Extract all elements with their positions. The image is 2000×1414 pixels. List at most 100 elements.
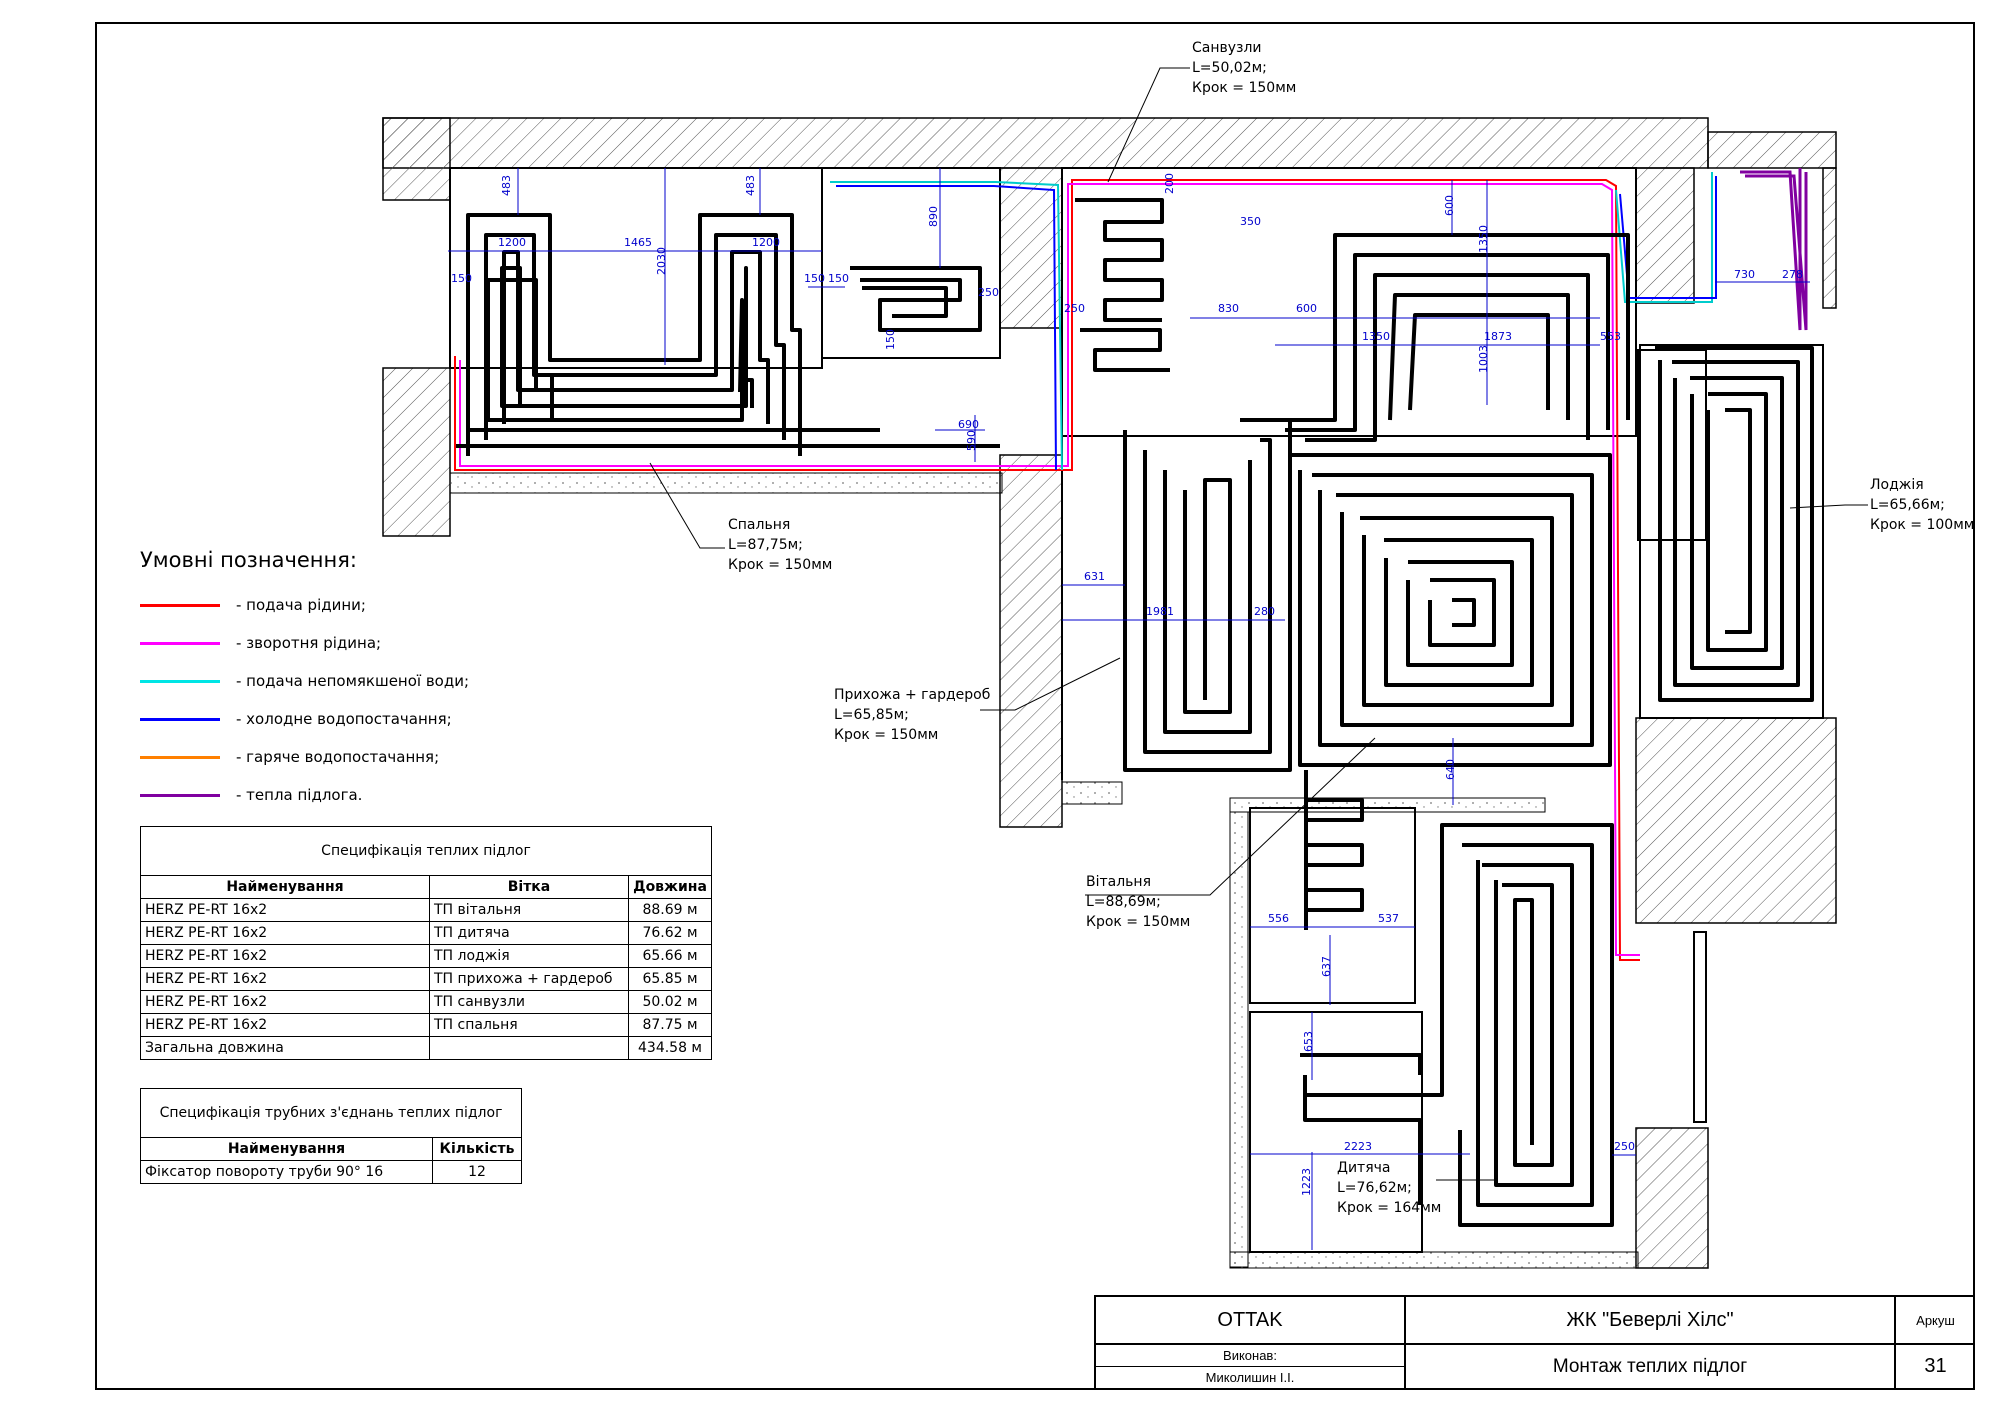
- table-row: HERZ PE-RT 16x2 ТП прихожа + гардероб 65.8…: [140, 967, 712, 991]
- legend-swatch: [140, 717, 220, 721]
- dim-label: 637: [1320, 956, 1333, 977]
- spec-branch: ТП спальня: [429, 1013, 629, 1037]
- legend-item: - подача непомякшеної води;: [140, 662, 560, 700]
- dim-label: 890: [927, 206, 940, 227]
- room-name: Спальня: [728, 517, 790, 533]
- spec-length: 87.75 м: [628, 1013, 712, 1037]
- sheet-number: 31: [1924, 1355, 1947, 1377]
- room-labels: Санвузли L=50,02м; Крок = 150мм Спальня …: [728, 40, 1974, 1216]
- dim-label: 600: [1296, 302, 1317, 315]
- dim-label: 537: [1378, 912, 1399, 925]
- spec-name: HERZ PE-RT 16x2: [140, 967, 430, 991]
- room-step: Крок = 150мм: [1192, 80, 1296, 96]
- spec-branch: ТП дитяча: [429, 921, 629, 945]
- performer-name: Миколишин І.І.: [1096, 1367, 1406, 1388]
- spec-name: HERZ PE-RT 16x2: [140, 944, 430, 968]
- spec-total-value: 434.58 м: [628, 1036, 712, 1060]
- dim-label: 1223: [1300, 1168, 1313, 1196]
- dim-label: 250: [1614, 1140, 1635, 1153]
- legend-swatch: [140, 679, 220, 683]
- legend-label: - гаряче водопостачання;: [236, 748, 440, 766]
- room-step: Крок = 150мм: [1086, 914, 1190, 930]
- spec-length: 50.02 м: [628, 990, 712, 1014]
- title-block: OTTAK ЖК "Беверлі Хілс" Аркуш Виконав: М…: [1094, 1295, 1975, 1390]
- spec-branch: ТП вітальня: [429, 898, 629, 922]
- table-row: HERZ PE-RT 16x2 ТП спальня 87.75 м: [140, 1013, 712, 1037]
- dim-label: 2030: [655, 247, 668, 275]
- table-row: HERZ PE-RT 16x2 ТП вітальня 88.69 м: [140, 898, 712, 922]
- dim-label: 278: [1782, 268, 1803, 281]
- legend-label: - подача рідини;: [236, 596, 366, 614]
- legend-swatch: [140, 603, 220, 607]
- dim-label: 1003: [1477, 345, 1490, 373]
- legend-item: - гаряче водопостачання;: [140, 738, 560, 776]
- dim-label: 600: [1443, 195, 1456, 216]
- legend-label: - тепла підлога.: [236, 786, 363, 804]
- dim-label: 653: [1302, 1031, 1315, 1052]
- fittings-table-title: Специфікація трубних з'єднань теплих під…: [140, 1088, 522, 1138]
- spec-length: 65.66 м: [628, 944, 712, 968]
- dim-label: 553: [1600, 330, 1621, 343]
- dim-label: 150: [828, 272, 849, 285]
- legend-item: - тепла підлога.: [140, 776, 560, 814]
- dim-label: 1200: [752, 236, 780, 249]
- dim-label: 1350: [1362, 330, 1390, 343]
- spec-header: Довжина: [628, 875, 712, 899]
- legend-swatch: [140, 755, 220, 759]
- legend-swatch: [140, 641, 220, 645]
- legend-item: - подача рідини;: [140, 586, 560, 624]
- spec-header: Вітка: [429, 875, 629, 899]
- fittings-header: Кількість: [432, 1137, 522, 1161]
- dim-label: 150: [804, 272, 825, 285]
- room-step: Крок = 164мм: [1337, 1200, 1441, 1216]
- dim-label: 556: [1268, 912, 1289, 925]
- legend: Умовні позначення: - подача рідини; - зво…: [140, 548, 560, 814]
- room-length: L=76,62м;: [1337, 1180, 1412, 1196]
- dim-label: 250: [1064, 302, 1085, 315]
- room-length: L=88,69м;: [1086, 894, 1161, 910]
- room-step: Крок = 150мм: [728, 557, 832, 573]
- drawing-title: Монтаж теплих підлог: [1406, 1345, 1896, 1388]
- dim-label: 690: [958, 418, 979, 431]
- legend-item: - холодне водопостачання;: [140, 700, 560, 738]
- spec-total-label: Загальна довжина: [140, 1036, 430, 1060]
- table-row: HERZ PE-RT 16x2 ТП лоджія 65.66 м: [140, 944, 712, 968]
- dim-label: 280: [1254, 605, 1275, 618]
- legend-label: - зворотня рідина;: [236, 634, 382, 652]
- fittings-table: Специфікація трубних з'єднань теплих під…: [140, 1088, 522, 1184]
- spec-header: Найменування: [140, 875, 430, 899]
- table-row: HERZ PE-RT 16x2 ТП дитяча 76.62 м: [140, 921, 712, 945]
- room-length: L=50,02м;: [1192, 60, 1267, 76]
- legend-item: - зворотня рідина;: [140, 624, 560, 662]
- legend-title: Умовні позначення:: [140, 548, 357, 572]
- dim-label: 640: [1444, 759, 1457, 780]
- dim-label: 250: [978, 286, 999, 299]
- legend-label: - подача непомякшеної води;: [236, 672, 470, 690]
- heating-loops: [456, 198, 1814, 1227]
- performed-label: Виконав:: [1096, 1345, 1406, 1367]
- table-row: HERZ PE-RT 16x2 ТП санвузли 50.02 м: [140, 990, 712, 1014]
- company-name: OTTAK: [1096, 1297, 1406, 1345]
- spec-branch: ТП прихожа + гардероб: [429, 967, 629, 991]
- spec-name: HERZ PE-RT 16x2: [140, 990, 430, 1014]
- spec-length: 65.85 м: [628, 967, 712, 991]
- dim-label: 2223: [1344, 1140, 1372, 1153]
- legend-swatch: [140, 793, 220, 797]
- dim-label: 1200: [498, 236, 526, 249]
- sheet-label: Аркуш: [1896, 1297, 1975, 1345]
- dim-label: 631: [1084, 570, 1105, 583]
- spec-branch: ТП санвузли: [429, 990, 629, 1014]
- dim-label: 1873: [1484, 330, 1512, 343]
- room-name: Вітальня: [1086, 874, 1151, 890]
- spec-name: HERZ PE-RT 16x2: [140, 898, 430, 922]
- room-name: Дитяча: [1337, 1160, 1390, 1176]
- dim-label: 830: [1218, 302, 1239, 315]
- fittings-qty: 12: [432, 1160, 522, 1184]
- project-name: ЖК "Беверлі Хілс": [1406, 1297, 1896, 1345]
- room-step: Крок = 100мм: [1870, 517, 1974, 533]
- dim-label: 1981: [1146, 605, 1174, 618]
- dim-label: 150: [451, 272, 472, 285]
- legend-label: - холодне водопостачання;: [236, 710, 452, 728]
- spec-branch: ТП лоджія: [429, 944, 629, 968]
- dim-label: 200: [1163, 173, 1176, 194]
